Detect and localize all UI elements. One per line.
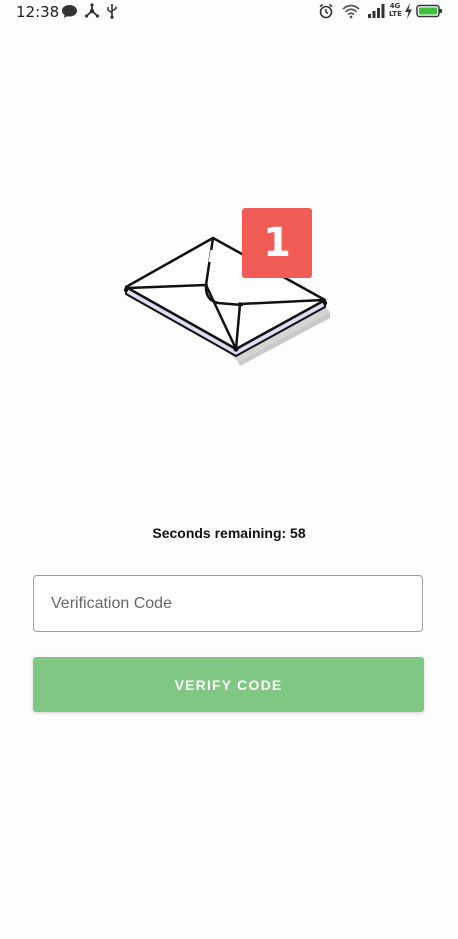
network-lte-label: LTE <box>389 10 402 18</box>
badge-count: 1 <box>263 220 291 266</box>
notification-badge: 1 <box>242 208 312 278</box>
status-bar: 12:38 4G LTE <box>0 0 458 24</box>
envelope-dash <box>208 249 214 263</box>
network-type-label: 4G <box>389 2 401 10</box>
usb-icon <box>107 4 117 19</box>
countdown-text: Seconds remaining: 58 <box>152 525 306 541</box>
lte-icon: 4G LTE <box>389 2 402 20</box>
wifi-icon <box>342 4 360 19</box>
verify-code-button[interactable]: VERIFY CODE <box>33 657 424 712</box>
battery-icon <box>416 4 442 18</box>
status-time: 12:38 <box>16 3 60 21</box>
verification-code-input[interactable] <box>33 575 423 632</box>
signal-icon <box>368 4 385 18</box>
alarm-icon <box>319 3 333 19</box>
chat-bubble-icon <box>62 5 77 18</box>
network-share-icon <box>84 3 100 18</box>
charging-bolt-icon <box>405 3 412 19</box>
